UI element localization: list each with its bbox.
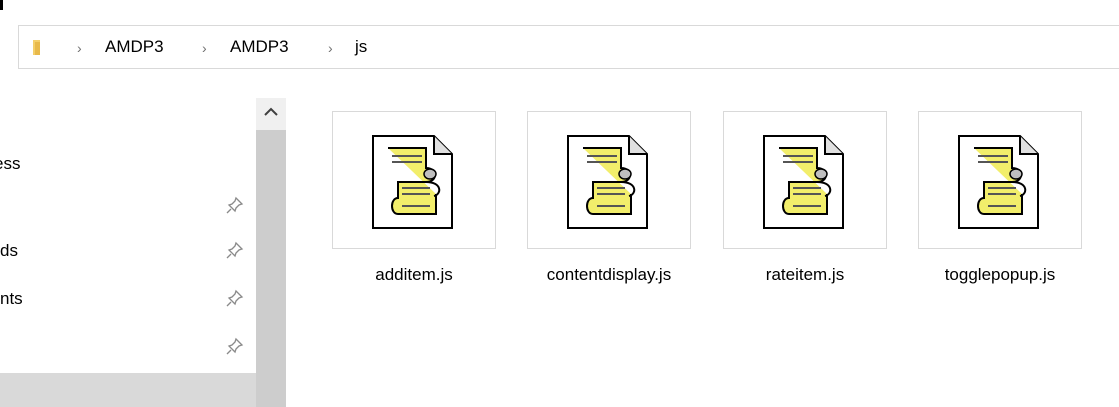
window-top-strip bbox=[0, 0, 1119, 14]
nav-item-label: ess bbox=[0, 154, 21, 173]
pin-icon[interactable] bbox=[226, 196, 244, 214]
file-name: contentdisplay.js bbox=[546, 265, 672, 284]
file-item-contentdisplay[interactable]: contentdisplay.js bbox=[527, 111, 691, 286]
chevron-right-icon: › bbox=[328, 40, 333, 56]
address-bar[interactable]: › AMDP3 › AMDP3 › js bbox=[18, 25, 1119, 69]
file-item-additem[interactable]: additem.js bbox=[332, 111, 496, 286]
chevron-right-icon: › bbox=[77, 40, 82, 56]
scroll-thumb[interactable] bbox=[256, 130, 286, 407]
nav-pane-scrollbar[interactable] bbox=[256, 98, 286, 407]
nav-item-pinned-1[interactable] bbox=[0, 190, 256, 224]
chevron-right-icon: › bbox=[202, 40, 207, 56]
nav-item-documents[interactable]: nts bbox=[0, 283, 256, 317]
js-script-file-icon bbox=[763, 135, 844, 229]
nav-item-label: ds bbox=[0, 241, 18, 260]
folder-icon bbox=[33, 40, 40, 55]
navigation-pane: ess ds nts bbox=[0, 98, 256, 407]
pin-icon[interactable] bbox=[226, 289, 244, 307]
nav-item-quick-access[interactable]: ess bbox=[0, 148, 256, 182]
breadcrumb-item-amdp3-1[interactable]: AMDP3 bbox=[105, 37, 164, 57]
file-name: togglepopup.js bbox=[944, 265, 1056, 284]
nav-item-label: nts bbox=[0, 289, 23, 308]
nav-item-selected[interactable] bbox=[0, 373, 256, 407]
file-item-rateitem[interactable]: rateitem.js bbox=[723, 111, 887, 286]
file-thumbnail[interactable] bbox=[332, 111, 496, 249]
js-script-file-icon bbox=[567, 135, 648, 229]
file-thumbnail[interactable] bbox=[723, 111, 887, 249]
file-thumbnail[interactable] bbox=[527, 111, 691, 249]
js-script-file-icon bbox=[958, 135, 1039, 229]
file-name: rateitem.js bbox=[765, 265, 845, 284]
breadcrumb-item-amdp3-2[interactable]: AMDP3 bbox=[230, 37, 289, 57]
file-name: additem.js bbox=[375, 265, 453, 284]
nav-item-pinned-2[interactable] bbox=[0, 331, 256, 365]
scroll-up-arrow-icon[interactable] bbox=[256, 98, 286, 130]
file-item-togglepopup[interactable]: togglepopup.js bbox=[918, 111, 1082, 286]
pin-icon[interactable] bbox=[226, 241, 244, 259]
nav-item-downloads[interactable]: ds bbox=[0, 235, 256, 269]
pin-icon[interactable] bbox=[226, 337, 244, 355]
js-script-file-icon bbox=[372, 135, 453, 229]
file-thumbnail[interactable] bbox=[918, 111, 1082, 249]
breadcrumb-item-js[interactable]: js bbox=[355, 37, 367, 57]
title-fragment bbox=[0, 0, 3, 10]
